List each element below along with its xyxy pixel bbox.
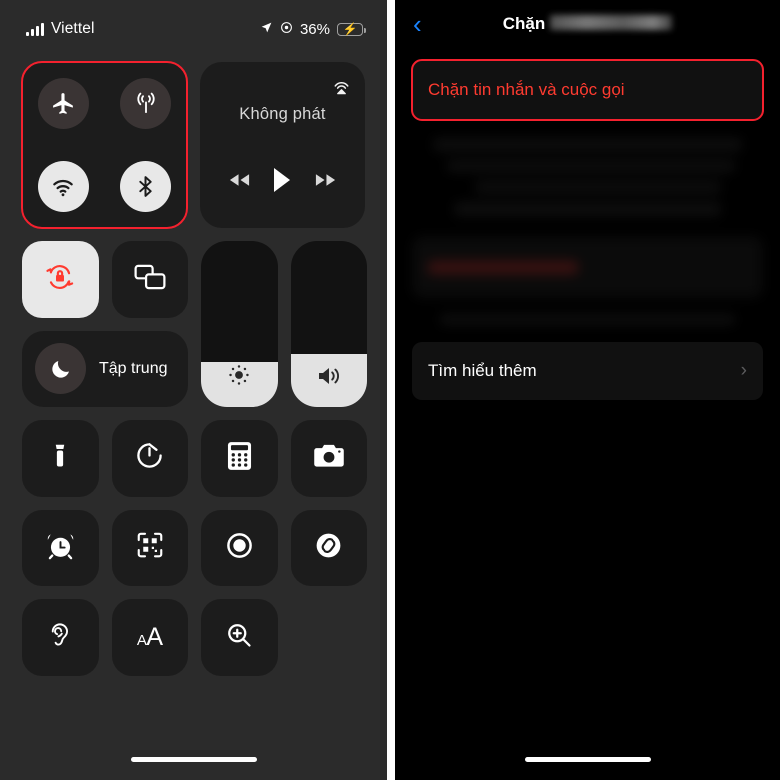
- carrier-name: Viettel: [51, 20, 95, 37]
- airplane-mode-toggle[interactable]: [37, 78, 89, 129]
- ear-hearing-icon: [46, 619, 75, 655]
- navigation-bar: ‹ Chặn: [395, 0, 780, 48]
- learn-more-row[interactable]: Tìm hiểu thêm ›: [412, 342, 763, 400]
- qr-code-icon: [135, 530, 165, 565]
- page-title-text: Chặn: [502, 14, 546, 33]
- battery-icon: ⚡: [337, 22, 366, 36]
- flashlight-icon: [45, 441, 75, 476]
- text-size-tile[interactable]: AA: [111, 599, 188, 676]
- media-controls: [200, 167, 365, 198]
- brightness-slider[interactable]: [201, 241, 278, 407]
- control-center-screen: Viettel 36% ⚡ Không phát Tập trung AA: [0, 0, 387, 780]
- wifi-icon: [50, 174, 76, 200]
- redacted-line: [454, 202, 721, 216]
- speaker-volume-icon: [315, 364, 343, 393]
- redacted-line: [433, 138, 742, 151]
- toggle-pair: [22, 241, 188, 318]
- calculator-icon: [226, 441, 253, 476]
- screen-mirroring-icon: [133, 262, 167, 297]
- focus-mode-label: Tập trung: [99, 359, 168, 377]
- camera-icon: [313, 442, 345, 475]
- screen-mirroring-toggle[interactable]: [111, 241, 188, 318]
- rewind-button[interactable]: [228, 172, 251, 193]
- alarm-clock-icon: [45, 530, 76, 566]
- airplane-icon: [51, 91, 76, 116]
- calculator-tile[interactable]: [201, 420, 278, 497]
- screen-record-icon: [224, 530, 255, 566]
- sliders-group: [201, 241, 367, 407]
- shazam-icon: [313, 530, 344, 566]
- camera-tile[interactable]: [290, 420, 367, 497]
- play-button[interactable]: [271, 167, 293, 198]
- location-arrow-icon: [260, 21, 273, 38]
- cellular-bars-icon: [26, 22, 44, 36]
- status-bar-left: Viettel: [26, 20, 95, 38]
- magnifier-icon: [224, 620, 254, 655]
- magnifier-tile[interactable]: [201, 599, 278, 676]
- middle-modules-row: Tập trung: [22, 241, 367, 407]
- learn-more-label: Tìm hiểu thêm: [428, 361, 537, 380]
- cellular-antenna-icon: [133, 91, 159, 117]
- rotation-lock-toggle[interactable]: [22, 241, 99, 318]
- focus-mode-button[interactable]: Tập trung: [22, 330, 188, 407]
- wifi-toggle[interactable]: [37, 161, 89, 212]
- hearing-tile[interactable]: [22, 599, 99, 676]
- battery-percent-label: 36%: [299, 20, 330, 38]
- block-settings-screen: ‹ Chặn Chặn tin nhắn và cuộc gọi Tìm hiể…: [395, 0, 780, 780]
- lightning-bolt-icon: ⚡: [342, 22, 358, 36]
- qr-scanner-tile[interactable]: [111, 509, 188, 586]
- top-modules-row: Không phát: [21, 61, 365, 229]
- left-controls-column: Tập trung: [22, 241, 188, 407]
- settings-body: Chặn tin nhắn và cuộc gọi Tìm hiểu thêm …: [395, 48, 780, 400]
- redacted-line: [440, 314, 735, 325]
- brightness-icon: [226, 362, 252, 393]
- rotation-lock-icon: [44, 261, 76, 298]
- timer-tile[interactable]: [111, 420, 188, 497]
- panel-divider: [387, 0, 395, 780]
- back-chevron-icon[interactable]: ‹: [413, 11, 422, 37]
- moon-icon: [35, 343, 86, 395]
- chevron-right-icon: ›: [740, 360, 747, 381]
- forward-button[interactable]: [314, 172, 337, 193]
- status-bar: Viettel 36% ⚡: [0, 0, 387, 58]
- block-action-label: Chặn tin nhắn và cuộc gọi: [428, 80, 625, 99]
- redacted-contact-name: [550, 15, 673, 30]
- shazam-tile[interactable]: [290, 509, 367, 586]
- media-player-module[interactable]: Không phát: [200, 62, 365, 228]
- timer-icon: [134, 440, 165, 476]
- block-messages-and-calls-button[interactable]: Chặn tin nhắn và cuộc gọi: [411, 59, 764, 121]
- media-title: Không phát: [239, 105, 326, 123]
- dual-screenshot-comparison: Viettel 36% ⚡ Không phát Tập trung AA ‹ …: [0, 0, 780, 780]
- volume-slider[interactable]: [290, 241, 367, 407]
- alarm-tile[interactable]: [22, 509, 99, 586]
- redacted-line: [447, 160, 735, 172]
- connectivity-module[interactable]: [21, 61, 188, 229]
- focus-indicator-icon: [280, 21, 293, 38]
- control-center-body: Không phát Tập trung AA: [21, 61, 367, 676]
- shortcuts-grid: AA: [22, 420, 367, 676]
- redacted-line: [475, 181, 721, 193]
- status-bar-right: 36% ⚡: [260, 20, 366, 38]
- airplay-audio-icon[interactable]: [330, 73, 353, 101]
- redacted-content-block: [412, 138, 763, 328]
- redacted-red-label: [428, 260, 578, 274]
- page-title: Chặn: [503, 14, 673, 34]
- home-indicator: [524, 757, 651, 762]
- cellular-data-toggle[interactable]: [120, 78, 172, 129]
- bluetooth-toggle[interactable]: [120, 161, 172, 212]
- text-size-icon: AA: [136, 622, 163, 651]
- bluetooth-icon: [133, 174, 158, 199]
- screen-record-tile[interactable]: [201, 509, 278, 586]
- flashlight-tile[interactable]: [22, 420, 99, 497]
- redacted-row-card: [412, 236, 763, 298]
- home-indicator: [130, 757, 257, 762]
